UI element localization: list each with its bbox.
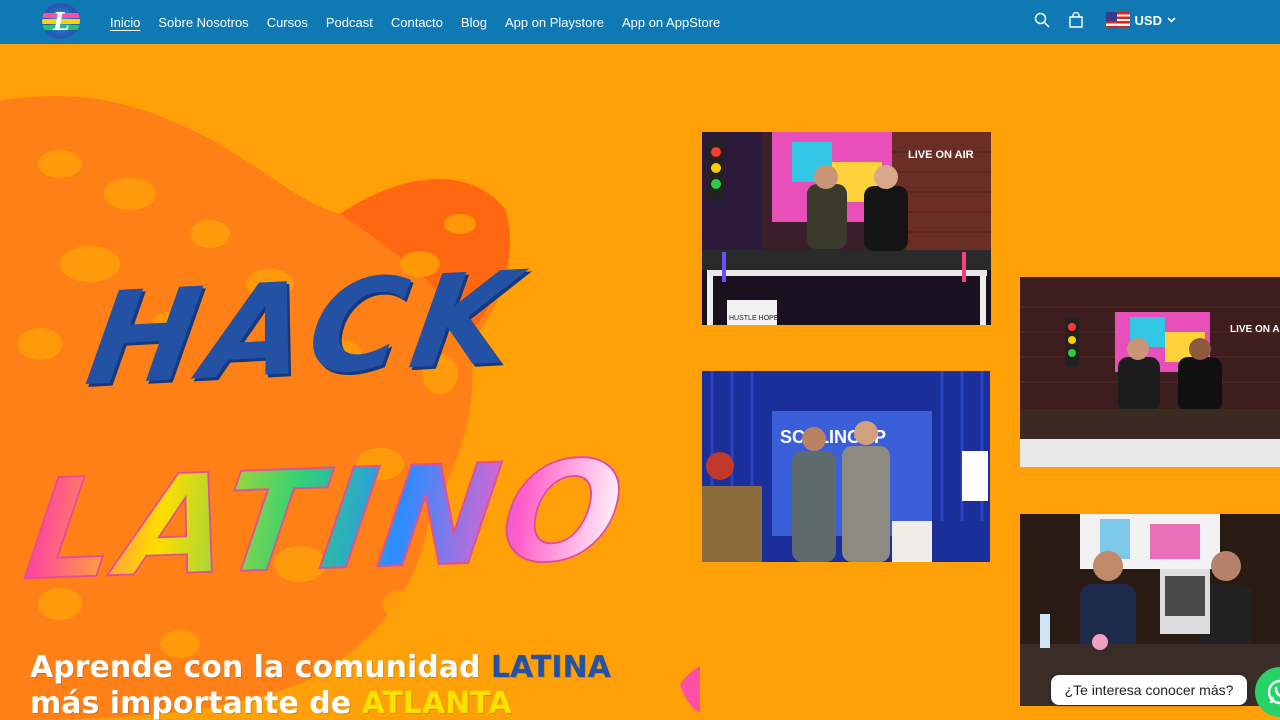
tagline-highlight-latina: LATINA [490,650,611,685]
hero-tagline: Aprende con la comunidad LATINA más impo… [30,650,611,720]
live-on-air-sign-2: LIVE ON AIR [1230,324,1280,335]
nav-item-cursos[interactable]: Cursos [267,15,308,30]
hero-title-latino: LATINO [16,429,640,613]
nav-item-app-appstore[interactable]: App on AppStore [622,15,720,30]
live-on-air-sign: LIVE ON AIR [908,149,974,161]
tagline-line-1-text: Aprende con la comunidad [30,650,491,685]
main-nav: Inicio Sobre Nosotros Cursos Podcast Con… [110,0,720,44]
whatsapp-icon [1267,679,1280,705]
hero-artwork: HACK LATINO Aprende con la comunidad LAT… [0,44,700,720]
search-icon[interactable] [1032,10,1052,30]
nav-item-inicio[interactable]: Inicio [110,15,140,30]
tagline-line-2: más importante de ATLANTA [30,686,611,720]
nav-item-app-playstore[interactable]: App on Playstore [505,15,604,30]
hustle-hope-mug: HUSTLE HOPE [729,315,779,322]
tagline-line-1: Aprende con la comunidad LATINA [30,650,611,686]
podcast-photo-1: LIVE ON AIR HUSTLE HOPE [702,132,991,325]
nav-item-contacto[interactable]: Contacto [391,15,443,30]
chat-prompt-bubble[interactable]: ¿Te interesa conocer más? [1051,675,1247,705]
us-flag-icon [1105,12,1130,28]
podcast-photo-2: LIVE ON AIR [1020,277,1280,467]
nav-item-blog[interactable]: Blog [461,15,487,30]
chevron-down-icon [1167,17,1176,23]
currency-selector[interactable]: USD [1105,12,1176,28]
header-actions: USD [1032,10,1176,30]
site-logo[interactable]: L [42,3,80,39]
currency-label: USD [1134,12,1162,28]
nav-item-sobre-nosotros[interactable]: Sobre Nosotros [158,15,248,30]
site-header: L Inicio Sobre Nosotros Cursos Podcast C… [0,0,1280,44]
cart-icon[interactable] [1066,10,1086,30]
logo-letter: L [53,7,70,36]
nav-item-podcast[interactable]: Podcast [326,15,373,30]
tagline-line-2-text: más importante de [30,686,362,720]
hero-title-hack: HACK [78,243,534,416]
event-photo-scalingup: SCALINGUP [702,371,990,562]
tagline-highlight-atlanta: ATLANTA [361,686,512,720]
